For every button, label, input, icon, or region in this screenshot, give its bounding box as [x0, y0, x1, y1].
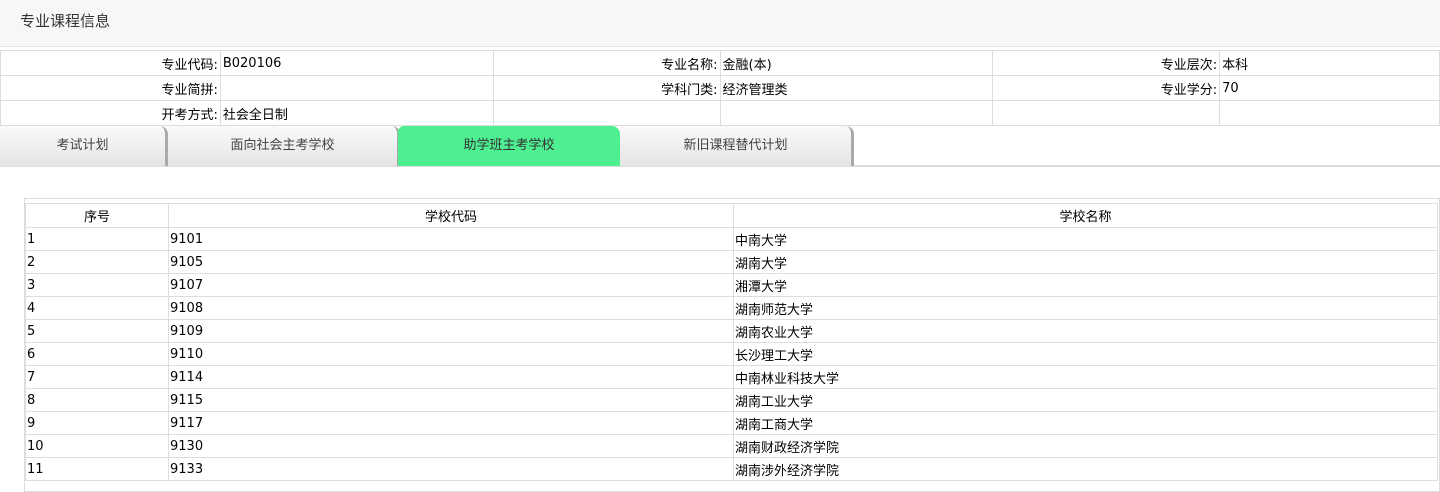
- info-label: 专业层次:: [992, 50, 1221, 76]
- cell-code: 9114: [168, 365, 734, 389]
- col-header-name: 学校名称: [733, 203, 1438, 228]
- cell-code: 9109: [168, 319, 734, 343]
- cell-code: 9133: [168, 457, 734, 481]
- cell-name: 湖南农业大学: [733, 319, 1438, 343]
- info-label: 专业名称:: [492, 50, 721, 76]
- cell-index: 11: [25, 457, 169, 481]
- table-row[interactable]: 9 9117 湖南工商大学: [25, 411, 1438, 435]
- tab-tutoring-schools[interactable]: 助学班主考学校: [398, 126, 620, 166]
- info-value: B020106: [219, 50, 494, 76]
- cell-index: 4: [25, 296, 169, 320]
- table-row[interactable]: 7 9114 中南林业科技大学: [25, 365, 1438, 389]
- info-label: [992, 100, 1221, 126]
- cell-name: 湖南工业大学: [733, 388, 1438, 412]
- cell-name: 湖南财政经济学院: [733, 434, 1438, 458]
- info-value: 本科: [1219, 50, 1440, 76]
- cell-name: 湖南大学: [733, 250, 1438, 274]
- info-value: [219, 75, 494, 101]
- cell-index: 6: [25, 342, 169, 366]
- cell-index: 1: [25, 227, 169, 251]
- cell-name: 湖南师范大学: [733, 296, 1438, 320]
- cell-index: 9: [25, 411, 169, 435]
- info-label: 专业代码:: [0, 50, 221, 76]
- cell-code: 9108: [168, 296, 734, 320]
- table-row[interactable]: 5 9109 湖南农业大学: [25, 319, 1438, 343]
- cell-code: 9117: [168, 411, 734, 435]
- cell-index: 7: [25, 365, 169, 389]
- schools-table: 序号 学校代码 学校名称 1 9101 中南大学 2 9105 湖南大学 3 9107 湘潭大学…: [25, 203, 1438, 481]
- cell-name: 湖南涉外经济学院: [733, 457, 1438, 481]
- tab-exam-plan[interactable]: 考试计划: [0, 126, 168, 166]
- tab-course-replacement[interactable]: 新旧课程替代计划: [620, 126, 854, 166]
- table-row[interactable]: 4 9108 湖南师范大学: [25, 296, 1438, 320]
- cell-name: 长沙理工大学: [733, 342, 1438, 366]
- cell-code: 9101: [168, 227, 734, 251]
- cell-code: 9105: [168, 250, 734, 274]
- info-label: 专业学分:: [992, 75, 1221, 101]
- table-row[interactable]: 10 9130 湖南财政经济学院: [25, 434, 1438, 458]
- info-value: 金融(本): [719, 50, 994, 76]
- table-row[interactable]: 8 9115 湖南工业大学: [25, 388, 1438, 412]
- cell-code: 9115: [168, 388, 734, 412]
- cell-name: 湖南工商大学: [733, 411, 1438, 435]
- info-value: [719, 100, 994, 126]
- info-value: [1219, 100, 1440, 126]
- cell-index: 3: [25, 273, 169, 297]
- cell-code: 9107: [168, 273, 734, 297]
- tab-bar: 考试计划 面向社会主考学校 助学班主考学校 新旧课程替代计划: [0, 126, 1440, 167]
- info-label: [492, 100, 721, 126]
- col-header-code: 学校代码: [168, 203, 734, 228]
- table-row[interactable]: 2 9105 湖南大学: [25, 250, 1438, 274]
- cell-index: 8: [25, 388, 169, 412]
- cell-index: 10: [25, 434, 169, 458]
- tab-public-schools[interactable]: 面向社会主考学校: [168, 126, 400, 166]
- cell-index: 2: [25, 250, 169, 274]
- cell-code: 9130: [168, 434, 734, 458]
- table-row[interactable]: 1 9101 中南大学: [25, 227, 1438, 251]
- cell-name: 中南林业科技大学: [733, 365, 1438, 389]
- cell-index: 5: [25, 319, 169, 343]
- page-title: 专业课程信息: [0, 0, 1440, 47]
- info-label: 开考方式:: [0, 100, 221, 126]
- major-info-table: 专业代码: B020106 专业名称: 金融(本) 专业层次: 本科专业简拼: 学科门类: 经…: [0, 50, 1440, 126]
- info-label: 专业简拼:: [0, 75, 221, 101]
- table-row[interactable]: 3 9107 湘潭大学: [25, 273, 1438, 297]
- col-header-index: 序号: [25, 203, 169, 228]
- table-row[interactable]: 6 9110 长沙理工大学: [25, 342, 1438, 366]
- table-row[interactable]: 11 9133 湖南涉外经济学院: [25, 457, 1438, 481]
- cell-name: 中南大学: [733, 227, 1438, 251]
- info-value: 经济管理类: [719, 75, 994, 101]
- info-value: 社会全日制: [219, 100, 494, 126]
- cell-name: 湘潭大学: [733, 273, 1438, 297]
- cell-code: 9110: [168, 342, 734, 366]
- info-value: 70: [1219, 75, 1440, 101]
- info-label: 学科门类:: [492, 75, 721, 101]
